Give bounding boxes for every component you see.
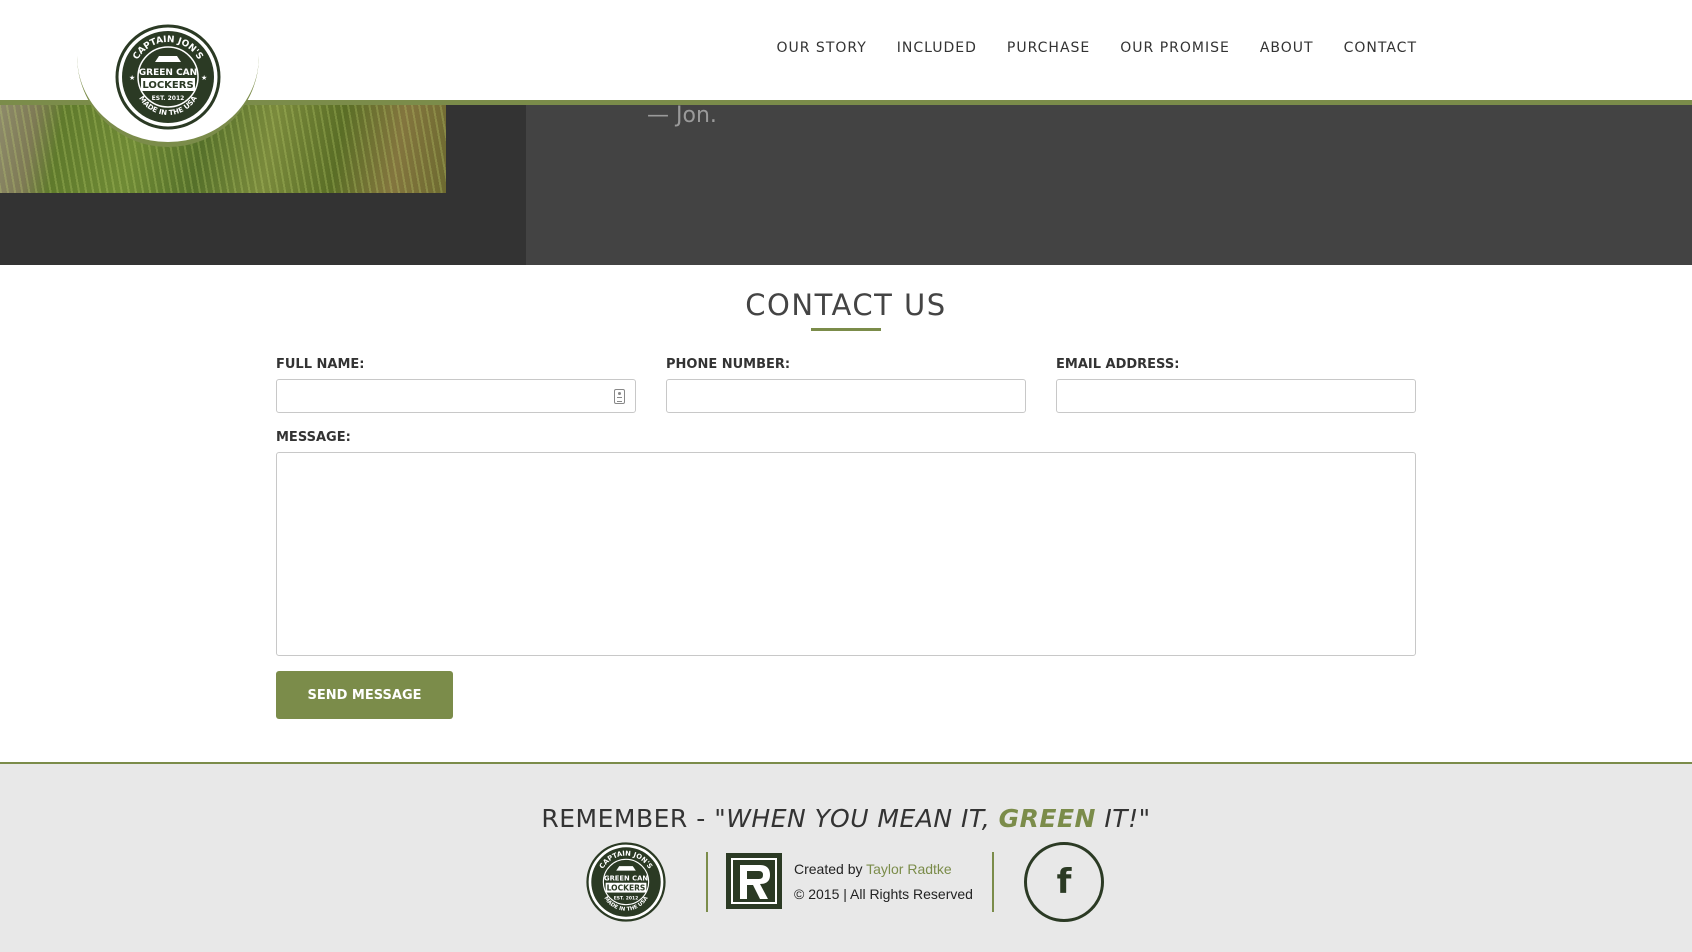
slogan-prefix: REMEMBER -	[541, 804, 715, 833]
nav-included[interactable]: INCLUDED	[897, 40, 977, 56]
contact-card-icon[interactable]	[614, 389, 625, 404]
nav-purchase[interactable]: PURCHASE	[1007, 40, 1090, 56]
created-by-text: Created by	[794, 861, 863, 877]
slogan-quote-end: IT!"	[1095, 804, 1151, 833]
message-field-wrap	[276, 452, 1416, 656]
facebook-button[interactable]: f	[1024, 842, 1104, 922]
nav-contact[interactable]: CONTACT	[1344, 40, 1417, 56]
message-label: MESSAGE:	[276, 430, 351, 445]
footer-slogan: REMEMBER - "WHEN YOU MEAN IT, GREEN IT!"	[0, 804, 1692, 833]
logo-line1: GREEN CAN	[139, 68, 197, 78]
nav-our-promise[interactable]: OUR PROMISE	[1120, 40, 1230, 56]
footer-logo[interactable]: CAPTAIN JON'S MADE IN THE USA GREEN CAN …	[586, 842, 666, 922]
header-accent-line	[0, 100, 1692, 105]
phone-field[interactable]	[667, 380, 1025, 412]
slogan-quote-start: "WHEN YOU MEAN IT,	[714, 804, 999, 833]
credit-line: Created by Taylor Radtke	[794, 861, 952, 877]
svg-text:★: ★	[129, 74, 135, 82]
full-name-field[interactable]	[277, 380, 635, 412]
logo-line2: LOCKERS	[142, 80, 193, 91]
footer-logo-est: EST. 2012	[614, 895, 639, 901]
message-field[interactable]	[277, 453, 1415, 655]
full-name-label: FULL NAME:	[276, 357, 365, 372]
full-name-field-wrap	[276, 379, 636, 413]
svg-text:★: ★	[201, 74, 207, 82]
phone-field-wrap	[666, 379, 1026, 413]
page-title: CONTACT US	[745, 288, 947, 322]
footer-logo-line2: LOCKERS	[607, 883, 646, 892]
email-field-wrap	[1056, 379, 1416, 413]
quote-attribution: — Jon.	[647, 103, 717, 128]
copyright-text: © 2015 | All Rights Reserved	[794, 886, 973, 902]
nav-our-story[interactable]: OUR STORY	[776, 40, 866, 56]
title-underline	[811, 328, 881, 331]
phone-label: PHONE NUMBER:	[666, 357, 791, 372]
slogan-green-word: GREEN	[998, 804, 1096, 833]
email-field[interactable]	[1057, 380, 1415, 412]
send-message-button[interactable]: SEND MESSAGE	[276, 671, 453, 719]
author-link[interactable]: Taylor Radtke	[866, 861, 952, 877]
taylor-radtke-logo[interactable]	[726, 853, 782, 909]
site-logo[interactable]: CAPTAIN JON'S MADE IN THE USA GREEN CAN …	[115, 24, 221, 130]
footer-divider-right	[992, 852, 994, 912]
hero-left-panel	[0, 105, 526, 265]
footer-divider-left	[706, 852, 708, 912]
email-label: EMAIL ADDRESS:	[1056, 357, 1180, 372]
hero-section: — Jon.	[0, 103, 1692, 265]
footer-logo-line1: GREEN CAN	[604, 874, 648, 882]
site-footer: REMEMBER - "WHEN YOU MEAN IT, GREEN IT!"…	[0, 762, 1692, 952]
main-nav: OUR STORY INCLUDED PURCHASE OUR PROMISE …	[776, 40, 1417, 56]
facebook-icon: f	[1056, 862, 1072, 902]
nav-about[interactable]: ABOUT	[1260, 40, 1314, 56]
logo-est: EST. 2012	[152, 95, 185, 102]
